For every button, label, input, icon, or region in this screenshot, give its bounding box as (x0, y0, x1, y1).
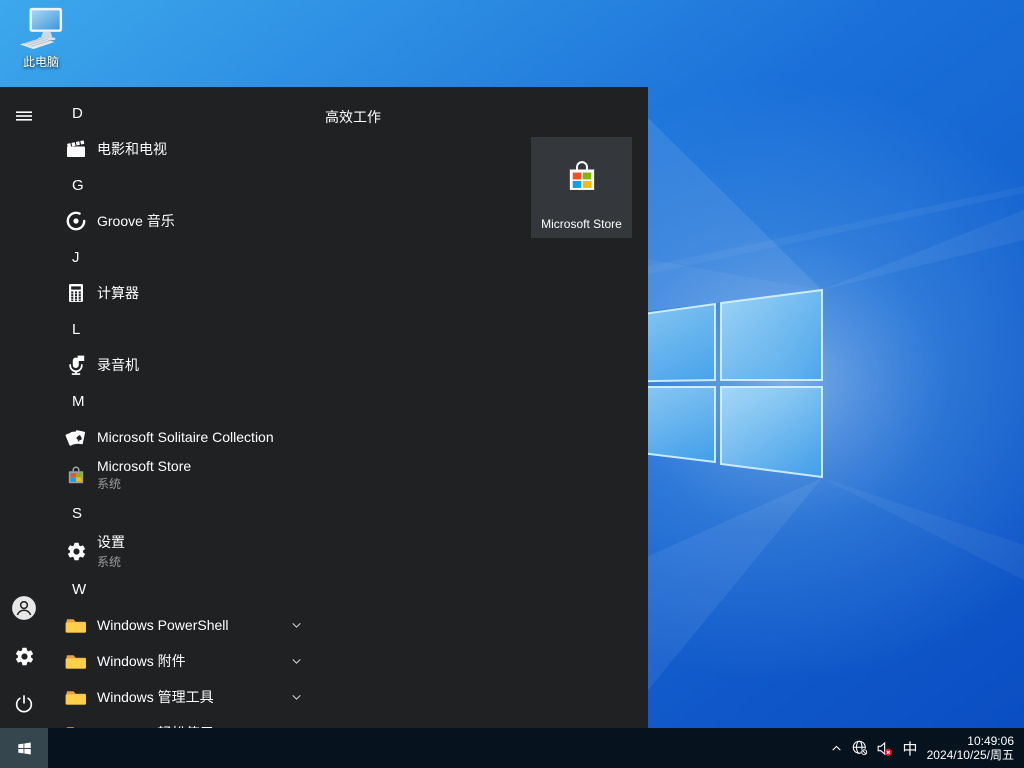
app-label: 电影和电视 (97, 139, 167, 159)
app-list-letter-J[interactable]: J (48, 239, 348, 275)
voice-recorder-icon (64, 353, 88, 377)
folder-icon (64, 613, 88, 637)
app-list-letter-S[interactable]: S (48, 495, 348, 531)
this-pc-icon (18, 6, 64, 52)
power-button[interactable] (0, 680, 48, 728)
windows-logo-icon (16, 740, 33, 757)
start-menu-rail (0, 87, 48, 728)
app-list-letter-D[interactable]: D (48, 95, 348, 131)
app-subtitle: 系统 (97, 475, 191, 492)
chevron-down-icon[interactable] (290, 691, 303, 704)
section-letter: S (72, 505, 82, 522)
folder-icon (64, 721, 88, 728)
gear-icon (14, 646, 35, 667)
app-label: 计算器 (97, 283, 139, 303)
app-label: Microsoft Solitaire Collection (97, 429, 274, 445)
ime-label: 中 (902, 738, 917, 759)
app-list: D 电影和电视 G Groove 音乐 J 计算器 L 录音机 M Microsoft Solit… (48, 95, 348, 728)
settings-button[interactable] (0, 632, 48, 680)
app-label: 设置 (97, 532, 125, 552)
ime-button[interactable]: 中 (896, 728, 924, 768)
app-label: Windows 附件 (97, 651, 186, 671)
tile-label: Microsoft Store (541, 217, 622, 231)
chevron-up-icon (830, 742, 843, 755)
folder-list-item[interactable]: Windows 管理工具 (48, 679, 348, 715)
app-label: Windows PowerShell (97, 617, 229, 633)
tray-overflow-button[interactable] (824, 728, 848, 768)
taskbar[interactable]: 中 10:49:06 2024/10/25/周五 (0, 728, 1024, 768)
this-pc-desktop-icon[interactable]: 此电脑 (8, 6, 74, 70)
start-menu: D 电影和电视 G Groove 音乐 J 计算器 L 录音机 M Microsoft Solit… (0, 87, 648, 728)
hamburger-icon (16, 108, 32, 124)
groove-icon (64, 209, 88, 233)
network-button[interactable] (848, 728, 872, 768)
clock-time: 10:49:06 (967, 734, 1014, 748)
user-account-button[interactable] (0, 584, 48, 632)
settings-icon (64, 539, 88, 563)
calculator-icon (64, 281, 88, 305)
folder-list-item[interactable]: Windows 轻松使用 (48, 715, 348, 728)
system-tray: 中 10:49:06 2024/10/25/周五 (824, 728, 1024, 768)
globe-no-internet-icon (851, 739, 869, 757)
power-icon (13, 693, 35, 715)
app-list-letter-M[interactable]: M (48, 383, 348, 419)
folder-list-item[interactable]: Windows 附件 (48, 643, 348, 679)
app-list-item[interactable]: Groove 音乐 (48, 203, 348, 239)
start-button[interactable] (0, 728, 48, 768)
app-label: Groove 音乐 (97, 211, 175, 231)
solitaire-icon (64, 425, 88, 449)
folder-icon (64, 685, 88, 709)
app-list-item[interactable]: 电影和电视 (48, 131, 348, 167)
section-letter: D (72, 105, 83, 122)
store-icon (561, 155, 603, 195)
folder-list-item[interactable]: Windows PowerShell (48, 607, 348, 643)
section-letter: M (72, 393, 85, 410)
app-subtitle: 系统 (97, 553, 125, 570)
tile-microsoft-store[interactable]: Microsoft Store (531, 137, 632, 238)
desktop: 此电脑 D 电影和电视 G Groove 音乐 J 计算器 L 录音机 M Microsoft S… (0, 0, 1024, 768)
app-list-item[interactable]: Microsoft Store系统 (48, 455, 348, 495)
volume-muted-icon (875, 739, 894, 758)
movies-tv-icon (64, 137, 88, 161)
user-icon (11, 595, 37, 621)
section-letter: J (72, 249, 80, 266)
tile-group-title: 高效工作 (325, 107, 381, 127)
this-pc-label: 此电脑 (23, 53, 59, 70)
clock-date: 2024/10/25/周五 (927, 748, 1014, 762)
chevron-down-icon[interactable] (290, 655, 303, 668)
section-letter: L (72, 321, 80, 338)
app-list-item[interactable]: 计算器 (48, 275, 348, 311)
chevron-down-icon[interactable] (290, 619, 303, 632)
volume-button[interactable] (872, 728, 896, 768)
app-list-item[interactable]: 录音机 (48, 347, 348, 383)
app-list-letter-G[interactable]: G (48, 167, 348, 203)
clock-button[interactable]: 10:49:06 2024/10/25/周五 (924, 728, 1024, 768)
store-color-icon (64, 463, 88, 487)
app-list-letter-W[interactable]: W (48, 571, 348, 607)
app-label: Windows 管理工具 (97, 687, 214, 707)
app-list-item[interactable]: 设置系统 (48, 531, 348, 571)
section-letter: G (72, 177, 84, 194)
folder-icon (64, 649, 88, 673)
app-list-item[interactable]: Microsoft Solitaire Collection (48, 419, 348, 455)
app-label: Microsoft Store (97, 458, 191, 474)
app-label: 录音机 (97, 355, 139, 375)
app-list-letter-L[interactable]: L (48, 311, 348, 347)
section-letter: W (72, 581, 86, 598)
expand-menu-button[interactable] (0, 92, 48, 140)
